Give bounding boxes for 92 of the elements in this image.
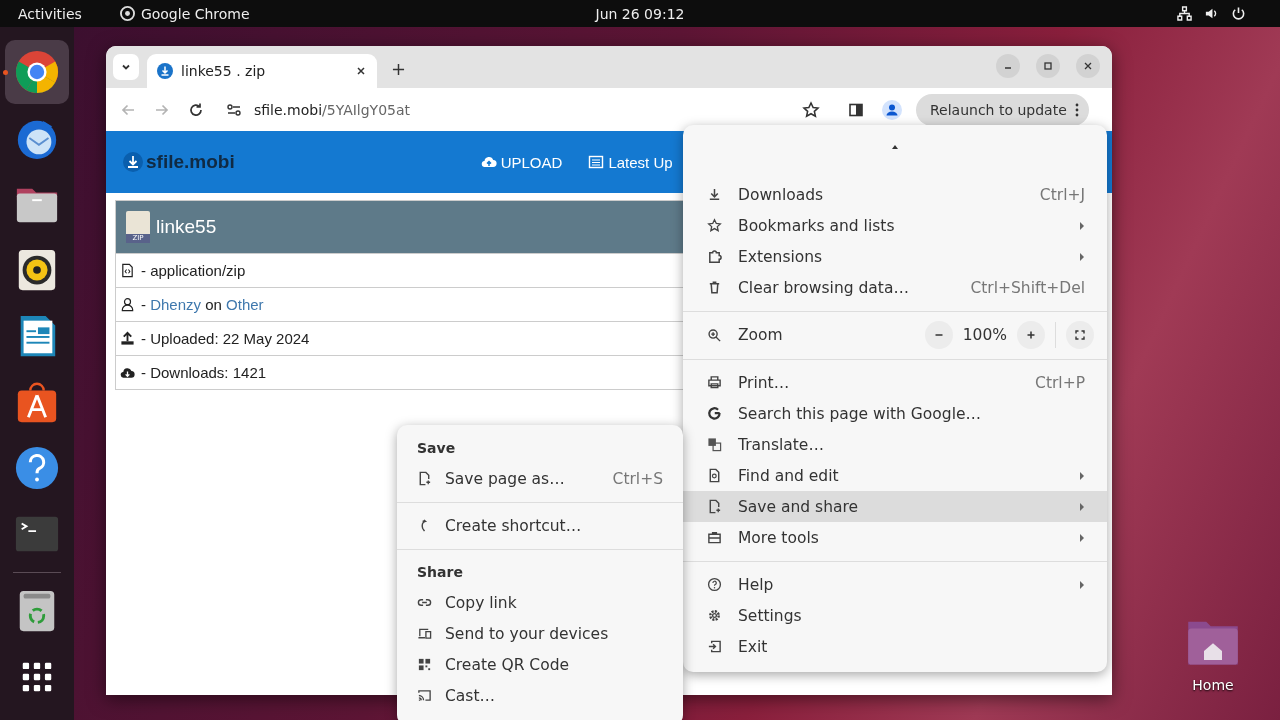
fullscreen-icon <box>1075 330 1085 340</box>
menu-item[interactable]: Extensions <box>683 241 1107 272</box>
star-icon <box>707 218 722 233</box>
cloud-upload-icon <box>480 154 497 170</box>
submenu-arrow-icon <box>1079 251 1085 262</box>
devices-icon <box>417 626 432 641</box>
site-settings-icon[interactable] <box>226 101 242 118</box>
desktop-icon-label[interactable]: Home <box>1192 677 1234 693</box>
menu-item[interactable]: More tools <box>683 522 1107 553</box>
new-tab-icon[interactable] <box>392 63 405 76</box>
settings-icon <box>707 608 722 623</box>
maximize-icon <box>1043 61 1053 71</box>
qr-code-icon <box>417 657 432 672</box>
nav-link[interactable]: UPLOAD <box>480 153 563 171</box>
menu-item[interactable]: Create shortcut… <box>397 510 683 541</box>
cloud-download-icon <box>120 365 135 380</box>
menu-item[interactable]: Bookmarks and lists <box>683 210 1107 241</box>
puzzle-icon <box>707 249 722 264</box>
relaunch-button[interactable]: Relaunch to update <box>916 93 1089 126</box>
menu-item[interactable]: Settings <box>683 600 1107 631</box>
menu-item[interactable]: Cast… <box>397 680 683 711</box>
save-page-icon <box>417 471 432 486</box>
code-file-icon <box>120 263 135 278</box>
tab-title: linke55 . zip <box>181 63 267 79</box>
download-count-text: - Downloads: 1421 <box>141 364 267 381</box>
plus-icon <box>1026 330 1036 340</box>
upload-date-text: - Uploaded: 22 May 2024 <box>141 330 310 347</box>
zoom-icon <box>707 327 722 343</box>
printer-icon <box>707 375 722 390</box>
network-icon[interactable] <box>1177 6 1192 21</box>
download-favicon-icon <box>157 63 173 79</box>
logo-download-icon <box>123 152 143 172</box>
menu-item[interactable]: Save and share <box>683 491 1107 522</box>
category-link[interactable]: Other <box>226 296 264 313</box>
file-name: linke55 <box>156 216 217 238</box>
more-icon <box>1074 101 1079 118</box>
close-icon <box>1083 61 1093 71</box>
exit-icon <box>707 639 722 654</box>
menu-item[interactable]: Search this page with Google… <box>683 398 1107 429</box>
close-icon[interactable] <box>355 65 367 77</box>
menu-item[interactable]: Exit <box>683 631 1107 662</box>
trash-icon <box>707 280 722 295</box>
maximize-button[interactable] <box>1036 54 1060 78</box>
fullscreen-button[interactable] <box>1066 321 1094 349</box>
menu-item[interactable]: Print… Ctrl+P <box>683 367 1107 398</box>
zoom-level: 100% <box>962 326 1007 344</box>
user-icon <box>120 297 135 312</box>
uploader-link[interactable]: Dhenzy <box>150 296 202 313</box>
menu-item[interactable]: Send to your devices <box>397 618 683 649</box>
app-menu-label[interactable]: Google Chrome <box>140 5 250 22</box>
menu-item[interactable]: Save page as… Ctrl+S <box>397 463 683 494</box>
menu-item[interactable]: Translate… <box>683 429 1107 460</box>
submenu-arrow-icon <box>1079 220 1085 231</box>
power-icon[interactable] <box>1231 6 1246 21</box>
menu-item[interactable]: Downloads Ctrl+J <box>683 179 1107 210</box>
section-heading: Save <box>416 439 457 458</box>
menu-item[interactable]: Help <box>683 569 1107 600</box>
bookmark-star-icon[interactable] <box>802 100 820 119</box>
list-icon <box>588 154 605 170</box>
submenu-arrow-icon <box>1079 501 1085 512</box>
menu-item[interactable]: Clear browsing data… Ctrl+Shift+Del <box>683 272 1107 303</box>
cast-icon <box>417 688 432 703</box>
reload-icon[interactable] <box>188 101 204 118</box>
close-window-button[interactable] <box>1076 54 1100 78</box>
nav-link[interactable]: Latest Up <box>588 153 673 171</box>
uploader-text: - Dhenzy on Other <box>141 296 264 313</box>
submenu-arrow-icon <box>1079 532 1085 543</box>
clock[interactable]: Jun 26 09:12 <box>595 5 685 22</box>
zoom-label: Zoom <box>738 326 784 344</box>
help-icon <box>707 577 722 592</box>
toolbox-icon <box>707 530 722 545</box>
menu-item[interactable]: Create QR Code <box>397 649 683 680</box>
menu-item[interactable]: Find and edit <box>683 460 1107 491</box>
google-icon <box>707 406 722 421</box>
download-icon <box>707 187 722 202</box>
activities-button[interactable]: Activities <box>18 5 82 22</box>
url-text: sfile.mobi/5YAIlgY05at <box>254 101 412 118</box>
save-page-icon <box>707 499 722 514</box>
scroll-up-icon[interactable] <box>891 143 899 151</box>
help-icon[interactable] <box>14 445 60 491</box>
browser-tab[interactable]: linke55 . zip <box>147 54 377 88</box>
translate-icon <box>707 437 722 452</box>
menu-item[interactable]: Copy link <box>397 587 683 618</box>
submenu-arrow-icon <box>1079 470 1085 481</box>
side-panel-icon[interactable] <box>848 101 864 118</box>
section-heading: Share <box>416 563 464 582</box>
submenu-arrow-icon <box>1079 579 1085 590</box>
upload-icon <box>120 331 135 346</box>
mime-type-text: - application/zip <box>141 262 246 279</box>
profile-icon[interactable] <box>882 99 902 120</box>
zoom-in-button[interactable] <box>1017 321 1045 349</box>
find-icon <box>707 468 722 483</box>
